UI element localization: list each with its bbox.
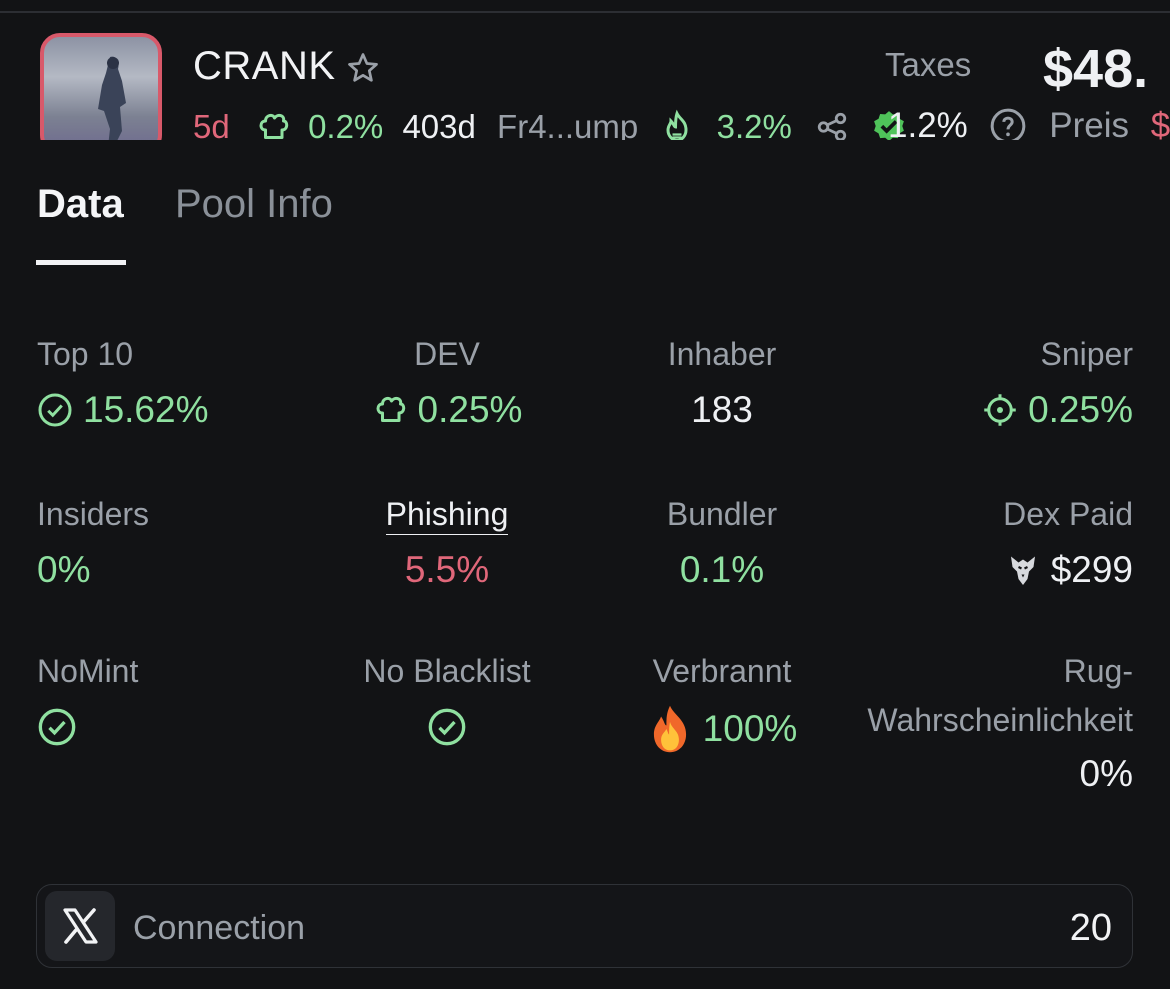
fire-outline-icon: [666, 109, 688, 140]
stat-nomint-label: NoMint: [37, 653, 139, 689]
token-name: CRANK: [193, 44, 336, 88]
connection-count: 20: [1069, 907, 1112, 949]
stat-burned-label: Verbrannt: [652, 653, 792, 689]
price-value: $0: [1150, 105, 1170, 140]
stat-phishing-value: 5.5%: [404, 549, 490, 591]
stat-top10: Top 10 15.62%: [37, 336, 297, 431]
star-icon[interactable]: [344, 50, 382, 86]
eagle-icon: [1010, 556, 1035, 586]
stat-no-blacklist-label: No Blacklist: [363, 653, 531, 689]
x-logo-icon: [63, 908, 98, 944]
taxes-label: Taxes: [885, 46, 972, 83]
crosshair-icon: [984, 394, 1016, 426]
stat-burned: Verbrannt 100%: [592, 653, 852, 754]
token-age: 5d: [193, 108, 230, 140]
stat-sniper-label: Sniper: [1040, 336, 1134, 372]
tax-row: 1.2% Preis $0: [838, 104, 1170, 140]
stat-dev: DEV 0.25%: [317, 336, 577, 431]
token-meta-row: 5d 0.2% 403d Fr4...ump 3.2%: [193, 106, 908, 140]
stat-dex-paid-value: $299: [1050, 549, 1133, 591]
chef-hat-icon: [259, 114, 289, 140]
stat-sniper: Sniper 0.25%: [873, 336, 1133, 431]
stat-sniper-value: 0.25%: [1028, 389, 1133, 431]
stat-holders: Inhaber 183: [592, 336, 852, 431]
connection-label: Connection: [133, 909, 306, 947]
stat-rug-label-2: Wahrscheinlichkeit: [867, 702, 1133, 738]
fire-emoji-icon: [653, 705, 686, 753]
connection-card[interactable]: Connection 20: [36, 884, 1133, 968]
stat-phishing[interactable]: Phishing 5.5%: [317, 496, 577, 591]
tab-pool-info[interactable]: Pool Info: [175, 182, 333, 227]
stat-dev-label: DEV: [414, 336, 480, 372]
stat-insiders: Insiders 0%: [37, 496, 297, 591]
price-label: Preis: [1049, 105, 1129, 140]
stat-insiders-label: Insiders: [37, 496, 150, 532]
dev-account-age: 403d: [402, 108, 476, 140]
token-address[interactable]: Fr4...ump: [497, 108, 638, 140]
chef-hat-icon: [376, 397, 405, 423]
stat-no-blacklist: No Blacklist: [317, 653, 577, 747]
tab-data[interactable]: Data: [37, 182, 124, 227]
stat-dex-paid-label: Dex Paid: [1003, 496, 1133, 532]
avatar-figure-image: [98, 56, 126, 140]
stat-burned-value: 100%: [702, 708, 798, 749]
stat-top10-label: Top 10: [37, 336, 134, 372]
check-circle-icon: [428, 708, 466, 746]
stat-holders-label: Inhaber: [667, 336, 777, 372]
stat-nomint: NoMint: [37, 653, 297, 747]
stat-phishing-label[interactable]: Phishing: [385, 496, 509, 535]
stat-bundler-label: Bundler: [666, 496, 778, 532]
token-price: $48.: [1043, 39, 1149, 99]
stat-dex-paid: Dex Paid $299: [873, 496, 1133, 591]
x-logo-button[interactable]: [45, 891, 115, 961]
stat-bundler: Bundler 0.1%: [592, 496, 852, 591]
stat-top10-value: 15.62%: [83, 389, 209, 431]
stat-insiders-value: 0%: [37, 549, 91, 591]
dev-hold-percent: 0.2%: [308, 108, 384, 140]
check-circle-icon: [38, 708, 76, 746]
tax-value: 1.2%: [888, 105, 968, 140]
stat-bundler-value: 0.1%: [679, 549, 765, 591]
active-tab-indicator: [36, 260, 126, 265]
stat-holders-value: 183: [691, 389, 753, 431]
check-circle-icon: [38, 393, 72, 427]
token-header: CRANK 5d 0.2% 403d Fr4...ump 3.2% Taxes …: [0, 0, 1170, 140]
stat-rug-label-1: Rug-: [1063, 653, 1133, 689]
token-avatar[interactable]: [40, 33, 162, 140]
help-circle-icon[interactable]: [988, 106, 1028, 140]
stat-rug-value: 0%: [1079, 753, 1133, 795]
burn-percent: 3.2%: [716, 108, 792, 140]
stat-dev-value: 0.25%: [417, 389, 523, 431]
stat-rug-probability: Rug- Wahrscheinlichkeit 0%: [833, 653, 1133, 795]
